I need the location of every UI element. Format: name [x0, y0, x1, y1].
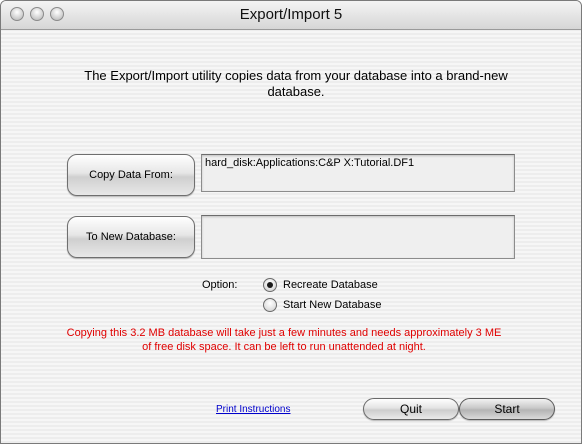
radio-unchecked-icon[interactable]	[263, 298, 277, 312]
warning-line-1: Copying this 3.2 MB database will take j…	[66, 327, 502, 339]
window-title: Export/Import 5	[239, 6, 343, 23]
print-instructions-link[interactable]: Print Instructions	[216, 404, 290, 415]
radio-checked-icon[interactable]	[263, 278, 277, 292]
radio-recreate-database[interactable]: Recreate Database	[263, 277, 378, 293]
destination-path-field[interactable]	[201, 215, 515, 259]
source-path-field[interactable]: hard_disk:Applications:C&P X:Tutorial.DF…	[201, 154, 515, 192]
dialog-content: The Export/Import utility copies data fr…	[1, 30, 581, 443]
radio-start-new-label: Start New Database	[283, 299, 382, 311]
warning-line-2: of free disk space. It can be left to ru…	[142, 341, 426, 353]
copy-data-from-button[interactable]: Copy Data From:	[67, 154, 195, 196]
export-import-window: Export/Import 5 The Export/Import utilit…	[0, 0, 582, 444]
disk-space-warning: Copying this 3.2 MB database will take j…	[29, 326, 539, 354]
radio-start-new-database[interactable]: Start New Database	[263, 297, 381, 313]
intro-text: The Export/Import utility copies data fr…	[61, 68, 531, 100]
start-button[interactable]: Start	[459, 398, 555, 420]
radio-recreate-label: Recreate Database	[283, 279, 378, 291]
intro-line-2: database.	[267, 84, 325, 99]
title-bar[interactable]: Export/Import 5	[1, 1, 581, 30]
to-new-database-button[interactable]: To New Database:	[67, 216, 195, 258]
intro-line-1: The Export/Import utility copies data fr…	[84, 68, 508, 83]
option-label: Option:	[202, 279, 238, 291]
quit-button[interactable]: Quit	[363, 398, 459, 420]
